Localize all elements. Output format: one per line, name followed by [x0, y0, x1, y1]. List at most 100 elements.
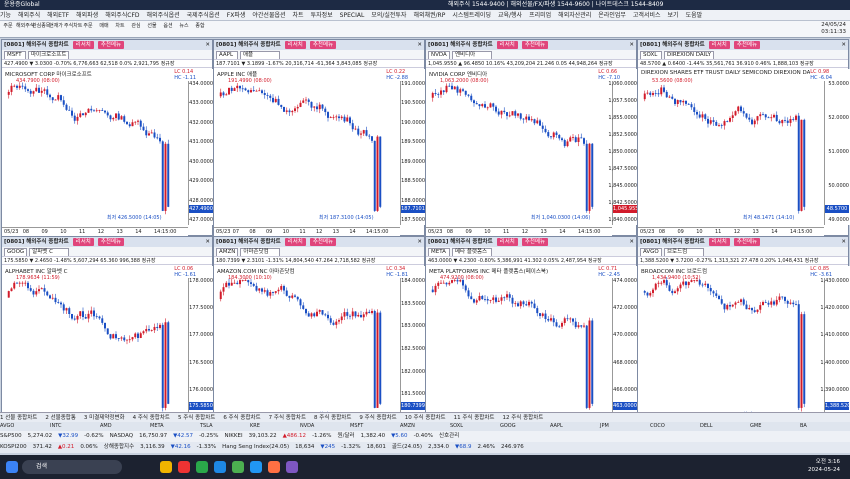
- ticker-symbol[interactable]: DELL: [700, 422, 750, 431]
- bottom-tab[interactable]: 7 주식 종합차트: [269, 415, 306, 421]
- menu-item[interactable]: 국제주식옵션: [187, 12, 220, 19]
- panel-header[interactable]: [0801] 해외주식 종합차트 리서치 추천메뉴 ✕: [638, 237, 848, 247]
- menu-item[interactable]: 도움말: [686, 12, 703, 19]
- panel-header[interactable]: [0801] 해외주식 종합차트 리서치 추천메뉴 ✕: [638, 40, 848, 50]
- close-icon[interactable]: ✕: [205, 40, 210, 50]
- bottom-tab[interactable]: 8 주식 종합차트: [314, 415, 351, 421]
- toolbar-button[interactable]: 주식차트: [64, 22, 82, 37]
- close-icon[interactable]: ✕: [205, 237, 210, 247]
- menu-item[interactable]: FX파생: [227, 12, 246, 19]
- chart-area[interactable]: 53.0000 52.0000 51.0000 50.0000 49.0000 48.57…: [638, 69, 850, 237]
- menu-item[interactable]: 투자정보: [311, 12, 333, 19]
- app-icon[interactable]: [196, 461, 208, 473]
- panel-header[interactable]: [0801] 해외주식 종합차트 리서치 추천메뉴 ✕: [2, 40, 212, 50]
- symbol-input[interactable]: NVDA: [428, 51, 450, 59]
- bottom-tab[interactable]: 3 미결제약정변화: [84, 415, 125, 421]
- menu-item[interactable]: 차트: [293, 12, 304, 19]
- ticker-symbol[interactable]: AVGO: [0, 422, 50, 431]
- ticker-symbol[interactable]: KRE: [250, 422, 300, 431]
- windows-start-icon[interactable]: [6, 461, 18, 473]
- toolbar-button[interactable]: 관심: [128, 22, 144, 37]
- close-icon[interactable]: ✕: [417, 237, 422, 247]
- toolbar-button[interactable]: 뉴스: [176, 22, 192, 37]
- research-button[interactable]: 리서치: [496, 41, 518, 49]
- ticker-symbol[interactable]: MSFT: [350, 422, 400, 431]
- recommend-menu-button[interactable]: 추천메뉴: [521, 41, 549, 49]
- panel-header[interactable]: [0801] 해외주식 종합차트 리서치 추천메뉴 ✕: [426, 40, 636, 50]
- chart-area[interactable]: 474.0000 472.0000 470.0000 468.0000 466.0000…: [426, 266, 638, 434]
- bottom-tab[interactable]: 10 주식 종합차트: [405, 415, 446, 421]
- close-icon[interactable]: ✕: [417, 40, 422, 50]
- recommend-menu-button[interactable]: 추천메뉴: [97, 238, 125, 246]
- symbol-input[interactable]: GOOG: [4, 248, 28, 256]
- ticker-symbol[interactable]: TSLA: [200, 422, 250, 431]
- chrome-icon[interactable]: [232, 461, 244, 473]
- ticker-symbol[interactable]: BA: [800, 422, 850, 431]
- menu-item[interactable]: 해외주식: [18, 12, 40, 19]
- app-icon[interactable]: [286, 461, 298, 473]
- toolbar-button[interactable]: 주문: [0, 22, 16, 37]
- system-tray[interactable]: 오전 3:16 2024-05-24: [808, 458, 840, 474]
- research-button[interactable]: 리서치: [708, 41, 730, 49]
- ticker-symbol[interactable]: AMD: [100, 422, 150, 431]
- bottom-tab[interactable]: 9 주식 종합차트: [359, 415, 396, 421]
- bottom-tab[interactable]: 2 선물종합통: [45, 415, 76, 421]
- chart-area[interactable]: 184.0000 183.5000 183.0000 182.5000 182.0000…: [214, 266, 426, 434]
- close-icon[interactable]: ✕: [629, 237, 634, 247]
- toolbar-button[interactable]: 종합: [192, 22, 208, 37]
- panel-header[interactable]: [0801] 해외주식 종합차트 리서치 추천메뉴 ✕: [214, 237, 424, 247]
- panel-header[interactable]: [0801] 해외주식 종합차트 리서치 추천메뉴 ✕: [2, 237, 212, 247]
- menu-item[interactable]: 해외ETF: [47, 12, 69, 19]
- research-button[interactable]: 리서치: [72, 41, 94, 49]
- toolbar-button[interactable]: 관심종목: [32, 22, 50, 37]
- toolbar-button[interactable]: 해외주식: [16, 22, 34, 37]
- close-icon[interactable]: ✕: [841, 40, 846, 50]
- research-button[interactable]: 리서치: [284, 41, 306, 49]
- panel-header[interactable]: [0801] 해외주식 종합차트 리서치 추천메뉴 ✕: [214, 40, 424, 50]
- menu-item[interactable]: 고객서비스: [633, 12, 661, 19]
- recommend-menu-button[interactable]: 추천메뉴: [97, 41, 125, 49]
- app-icon[interactable]: [250, 461, 262, 473]
- close-icon[interactable]: ✕: [629, 40, 634, 50]
- ticker-symbol[interactable]: SOXL: [450, 422, 500, 431]
- edge-icon[interactable]: [214, 461, 226, 473]
- recommend-menu-button[interactable]: 추천메뉴: [309, 238, 337, 246]
- ticker-symbol[interactable]: COCO: [650, 422, 700, 431]
- ticker-symbol[interactable]: GOOG: [500, 422, 550, 431]
- bottom-tab[interactable]: 4 주식 종합차트: [133, 415, 170, 421]
- menu-item[interactable]: 시스템트레이딩: [452, 12, 491, 19]
- symbol-input[interactable]: AAPL: [216, 51, 238, 59]
- bottom-tab[interactable]: 11 주식 종합차트: [454, 415, 495, 421]
- menu-item[interactable]: 해외주식CFD: [105, 12, 139, 19]
- symbol-input[interactable]: META: [428, 248, 450, 256]
- chart-area[interactable]: 178.0000 177.5000 177.0000 176.5000 176.0000…: [2, 266, 214, 434]
- bottom-tab[interactable]: 12 주식 종합차트: [502, 415, 543, 421]
- menu-item[interactable]: 해외자산관리: [558, 12, 591, 19]
- file-explorer-icon[interactable]: [160, 461, 172, 473]
- chart-area[interactable]: 1,430.0000 1,420.0000 1,410.0000 1,400.0000…: [638, 266, 850, 434]
- ticker-symbol[interactable]: AAPL: [550, 422, 600, 431]
- symbol-input[interactable]: SOXL: [640, 51, 662, 59]
- toolbar-button[interactable]: 선물: [144, 22, 160, 37]
- menu-item[interactable]: 모의/실전투자: [371, 12, 406, 19]
- menu-item[interactable]: SPECIAL: [340, 12, 365, 19]
- ticker-symbol[interactable]: GME: [750, 422, 800, 431]
- recommend-menu-button[interactable]: 추천메뉴: [309, 41, 337, 49]
- research-button[interactable]: 리서치: [708, 238, 730, 246]
- menu-item[interactable]: 프리미엄: [529, 12, 551, 19]
- panel-header[interactable]: [0801] 해외주식 종합차트 리서치 추천메뉴 ✕: [426, 237, 636, 247]
- taskbar-search[interactable]: 검색: [22, 460, 122, 474]
- chart-area[interactable]: 1,060.0000 1,057.5000 1,855.0000 1,852.5000…: [426, 69, 642, 237]
- ticker-symbol[interactable]: JPM: [600, 422, 650, 431]
- symbol-input[interactable]: AVGO: [640, 248, 662, 256]
- chart-area[interactable]: 434.0000 433.0000 432.0000 431.0000 430.0000…: [2, 69, 214, 237]
- menu-item[interactable]: 해외파생: [76, 12, 98, 19]
- research-button[interactable]: 리서치: [284, 238, 306, 246]
- menu-item[interactable]: 교육/행사: [498, 12, 522, 19]
- bottom-tab[interactable]: 5 주식 종합차트: [178, 415, 215, 421]
- app-icon[interactable]: [178, 461, 190, 473]
- bottom-tab[interactable]: 1 선물 종합차트: [0, 415, 37, 421]
- menu-item[interactable]: 야간선물옵션: [252, 12, 285, 19]
- recommend-menu-button[interactable]: 추천메뉴: [733, 41, 761, 49]
- menu-item[interactable]: 해외주식옵션: [147, 12, 180, 19]
